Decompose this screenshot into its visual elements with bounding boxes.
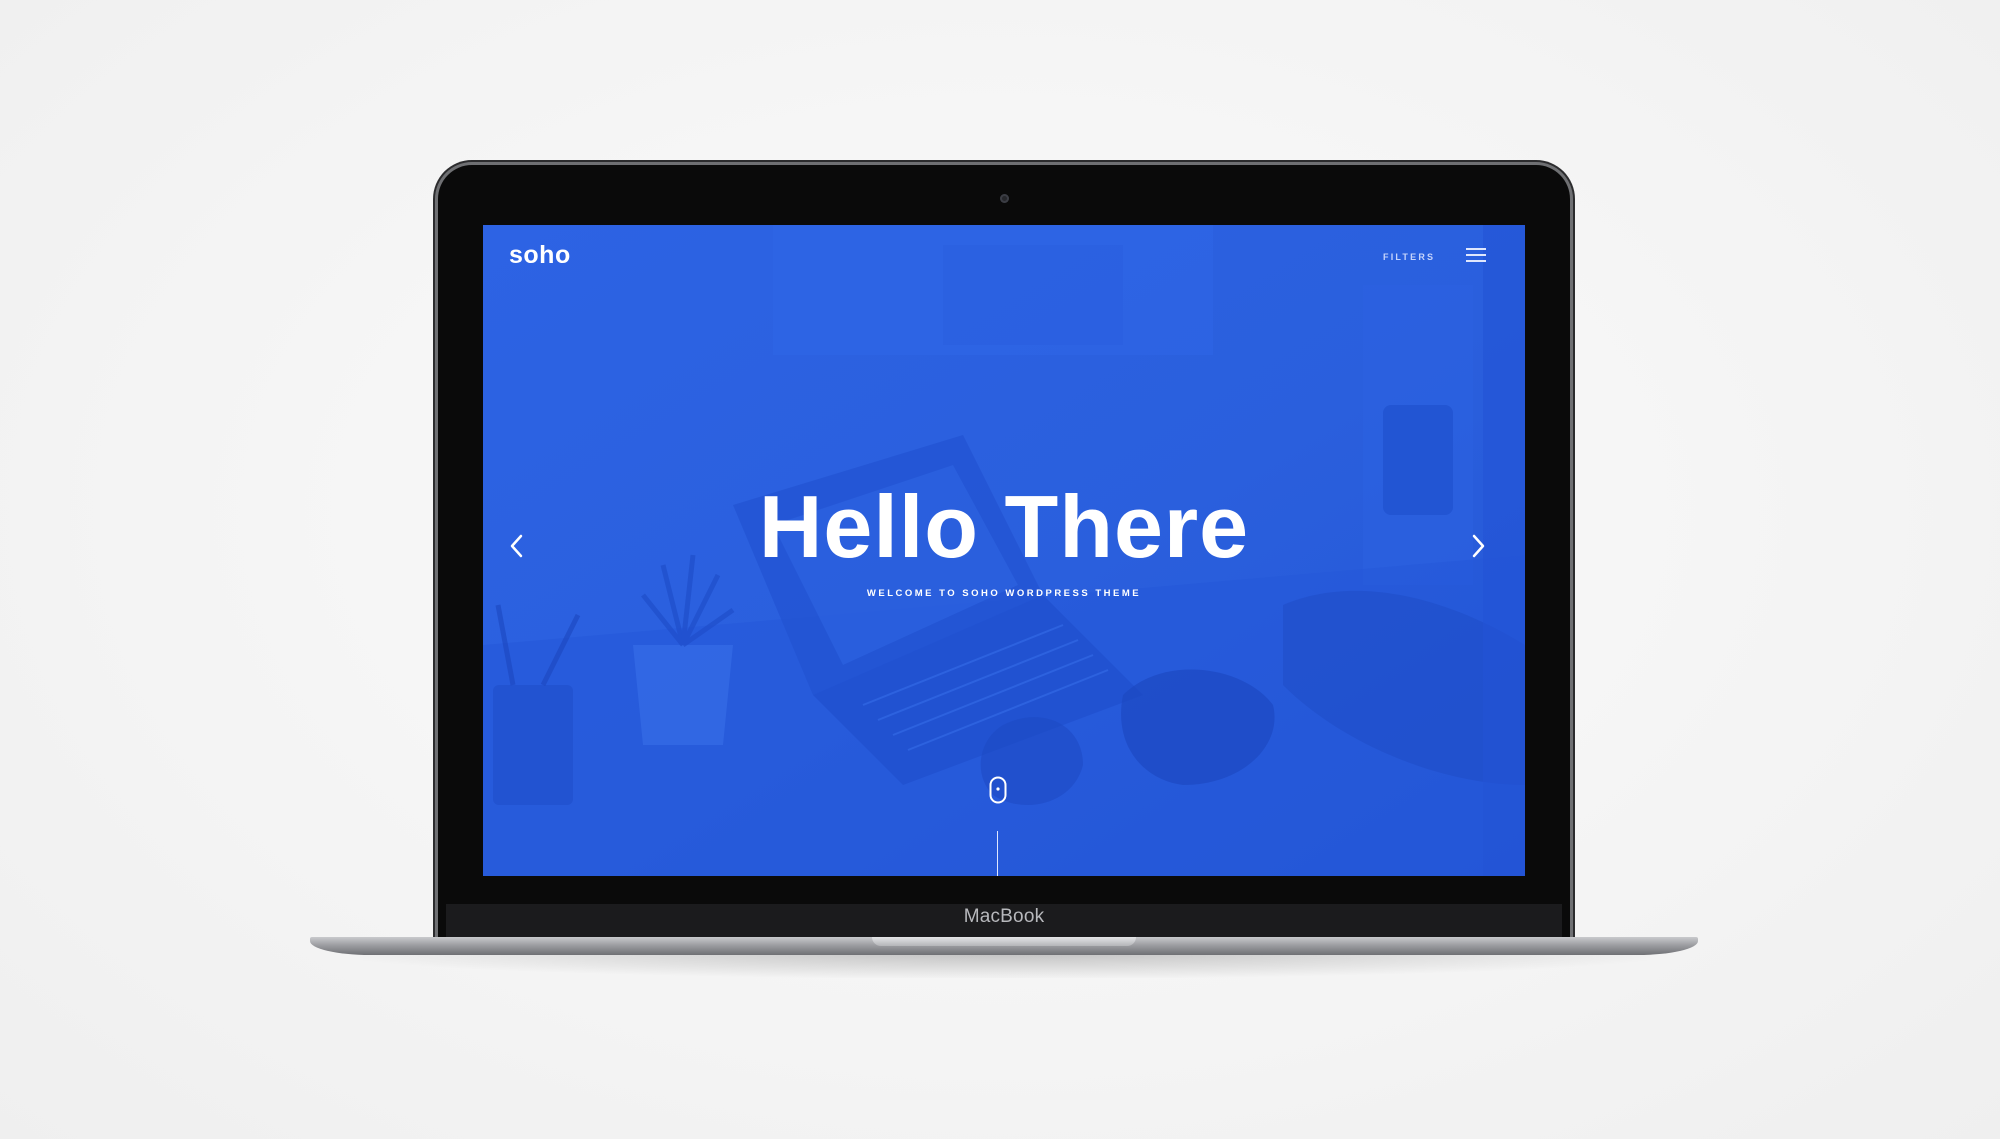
hero-title: Hello There <box>758 477 1250 576</box>
scroll-indicator-line <box>997 831 998 876</box>
laptop-shadow <box>360 952 1650 978</box>
mouse-scroll-icon[interactable] <box>989 776 1007 804</box>
filters-link[interactable]: FILTERS <box>1383 252 1435 262</box>
website-screen: soho FILTERS Hello There WELCOME TO SOHO… <box>483 225 1525 876</box>
hero-subtitle: WELCOME TO SOHO WORDPRESS THEME <box>866 588 1142 599</box>
device-brand-label: MacBook <box>963 906 1045 927</box>
laptop-hinge-notch <box>872 937 1136 946</box>
webcam <box>1000 194 1009 203</box>
presentation-stage: MacBook soho FILTERS Hello There WELCOME… <box>0 0 2000 1139</box>
hamburger-menu-icon[interactable] <box>1466 248 1486 263</box>
site-logo[interactable]: soho <box>509 241 571 270</box>
